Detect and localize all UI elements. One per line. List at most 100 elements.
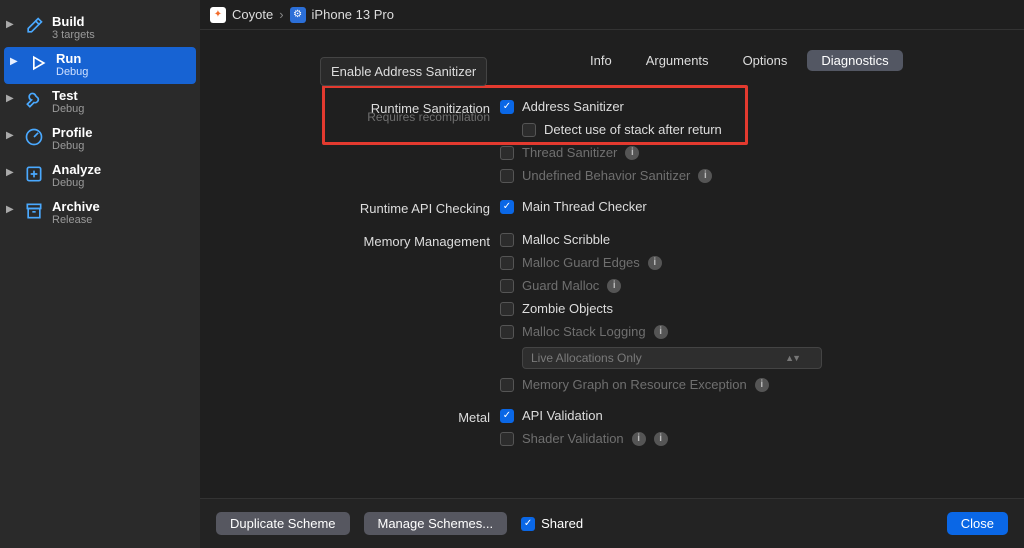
- tab-diagnostics[interactable]: Diagnostics: [807, 50, 902, 71]
- tab-options[interactable]: Options: [729, 50, 802, 71]
- sidebar-item-subtitle: Debug: [56, 66, 88, 78]
- sidebar-item-subtitle: Debug: [52, 140, 92, 152]
- info-icon[interactable]: i: [607, 279, 621, 293]
- opt-label: Detect use of stack after return: [544, 122, 722, 137]
- duplicate-scheme-button[interactable]: Duplicate Scheme: [216, 512, 350, 535]
- opt-label: Zombie Objects: [522, 301, 613, 316]
- info-icon[interactable]: i: [648, 256, 662, 270]
- sidebar-item-title: Test: [52, 88, 84, 103]
- sidebar: ▶ Build 3 targets ▶ Run Debug ▶ Test Deb…: [0, 0, 200, 548]
- sidebar-item-analyze[interactable]: ▶ Analyze Debug: [0, 158, 200, 195]
- checkbox-icon: ✓: [500, 409, 514, 423]
- sidebar-item-build[interactable]: ▶ Build 3 targets: [0, 10, 200, 47]
- info-icon[interactable]: i: [698, 169, 712, 183]
- info-icon[interactable]: i: [632, 432, 646, 446]
- sidebar-item-title: Profile: [52, 125, 92, 140]
- tab-arguments[interactable]: Arguments: [632, 50, 723, 71]
- manage-schemes-button[interactable]: Manage Schemes...: [364, 512, 508, 535]
- opt-malloc-scribble[interactable]: Malloc Scribble: [500, 232, 822, 247]
- opt-thread-sanitizer[interactable]: Thread Sanitizer i: [500, 145, 722, 160]
- checkbox-icon: [500, 146, 514, 160]
- tab-info[interactable]: Info: [576, 50, 626, 71]
- checkbox-icon: [500, 256, 514, 270]
- checkbox-icon: [500, 325, 514, 339]
- checkbox-icon: [500, 233, 514, 247]
- chevron-right-icon: ▶: [10, 51, 20, 67]
- sidebar-item-subtitle: 3 targets: [52, 29, 95, 41]
- opt-ub-sanitizer[interactable]: Undefined Behavior Sanitizer i: [500, 168, 722, 183]
- section-runtime-sanitization-sublabel: Requires recompilation: [300, 110, 490, 124]
- chevron-right-icon: ▶: [6, 125, 16, 141]
- opt-memory-graph-exception[interactable]: Memory Graph on Resource Exception i: [500, 377, 822, 392]
- sidebar-item-run[interactable]: ▶ Run Debug: [4, 47, 196, 84]
- analyze-icon: [22, 162, 46, 186]
- archive-icon: [22, 199, 46, 223]
- sidebar-item-subtitle: Debug: [52, 103, 84, 115]
- context-tooltip: Enable Address Sanitizer: [320, 57, 487, 86]
- shared-checkbox[interactable]: ✓ Shared: [521, 516, 583, 531]
- section-metal-label: Metal: [300, 408, 490, 425]
- opt-label: API Validation: [522, 408, 603, 423]
- section-memory-management-label: Memory Management: [300, 232, 490, 249]
- checkbox-icon: ✓: [500, 200, 514, 214]
- breadcrumb-device[interactable]: iPhone 13 Pro: [312, 7, 394, 22]
- opt-guard-malloc[interactable]: Guard Malloc i: [500, 278, 822, 293]
- checkbox-icon: [500, 279, 514, 293]
- gauge-icon: [22, 125, 46, 149]
- wrench-icon: [22, 88, 46, 112]
- device-icon: ⚙: [290, 7, 306, 23]
- opt-malloc-guard-edges[interactable]: Malloc Guard Edges i: [500, 255, 822, 270]
- opt-label: Main Thread Checker: [522, 199, 647, 214]
- chevron-right-icon: ▶: [6, 162, 16, 178]
- opt-main-thread-checker[interactable]: ✓ Main Thread Checker: [500, 199, 647, 214]
- sidebar-item-profile[interactable]: ▶ Profile Debug: [0, 121, 200, 158]
- sidebar-item-test[interactable]: ▶ Test Debug: [0, 84, 200, 121]
- opt-label: Thread Sanitizer: [522, 145, 617, 160]
- checkbox-icon: [500, 432, 514, 446]
- sidebar-item-archive[interactable]: ▶ Archive Release: [0, 195, 200, 232]
- info-icon[interactable]: i: [755, 378, 769, 392]
- sidebar-item-title: Build: [52, 14, 95, 29]
- checkbox-icon: ✓: [500, 100, 514, 114]
- opt-label: Malloc Guard Edges: [522, 255, 640, 270]
- breadcrumb-project[interactable]: Coyote: [232, 7, 273, 22]
- info-icon[interactable]: i: [654, 325, 668, 339]
- checkbox-icon: ✓: [521, 517, 535, 531]
- play-icon: [26, 51, 50, 75]
- chevron-right-icon: ▶: [6, 199, 16, 215]
- opt-label: Address Sanitizer: [522, 99, 624, 114]
- chevron-right-icon: ›: [279, 7, 283, 22]
- opt-label: Malloc Scribble: [522, 232, 610, 247]
- opt-label: Memory Graph on Resource Exception: [522, 377, 747, 392]
- opt-label: Undefined Behavior Sanitizer: [522, 168, 690, 183]
- opt-address-sanitizer[interactable]: ✓ Address Sanitizer: [500, 99, 722, 114]
- info-icon[interactable]: i: [625, 146, 639, 160]
- breadcrumb: ✦ Coyote › ⚙ iPhone 13 Pro: [200, 0, 1024, 30]
- updown-icon: ▲▼: [785, 353, 799, 363]
- sidebar-item-subtitle: Debug: [52, 177, 101, 189]
- select-value: Live Allocations Only: [531, 351, 642, 365]
- opt-malloc-stack-logging[interactable]: Malloc Stack Logging i: [500, 324, 822, 339]
- opt-detect-stack-after-return[interactable]: Detect use of stack after return: [522, 122, 722, 137]
- checkbox-icon: [522, 123, 536, 137]
- select-live-allocations[interactable]: Live Allocations Only ▲▼: [522, 347, 822, 369]
- opt-label: Guard Malloc: [522, 278, 599, 293]
- checkbox-icon: [500, 302, 514, 316]
- sidebar-item-title: Analyze: [52, 162, 101, 177]
- shared-label: Shared: [541, 516, 583, 531]
- sidebar-item-subtitle: Release: [52, 214, 100, 226]
- footer: Duplicate Scheme Manage Schemes... ✓ Sha…: [200, 498, 1024, 548]
- hammer-icon: [22, 14, 46, 38]
- checkbox-icon: [500, 378, 514, 392]
- opt-label: Shader Validation: [522, 431, 624, 446]
- opt-zombie-objects[interactable]: Zombie Objects: [500, 301, 822, 316]
- opt-api-validation[interactable]: ✓ API Validation: [500, 408, 668, 423]
- opt-shader-validation[interactable]: Shader Validation i i: [500, 431, 668, 446]
- chevron-right-icon: ▶: [6, 14, 16, 30]
- checkbox-icon: [500, 169, 514, 183]
- opt-label: Malloc Stack Logging: [522, 324, 646, 339]
- close-button[interactable]: Close: [947, 512, 1008, 535]
- info-icon[interactable]: i: [654, 432, 668, 446]
- main-panel: ✦ Coyote › ⚙ iPhone 13 Pro Enable Addres…: [200, 0, 1024, 548]
- sidebar-item-title: Archive: [52, 199, 100, 214]
